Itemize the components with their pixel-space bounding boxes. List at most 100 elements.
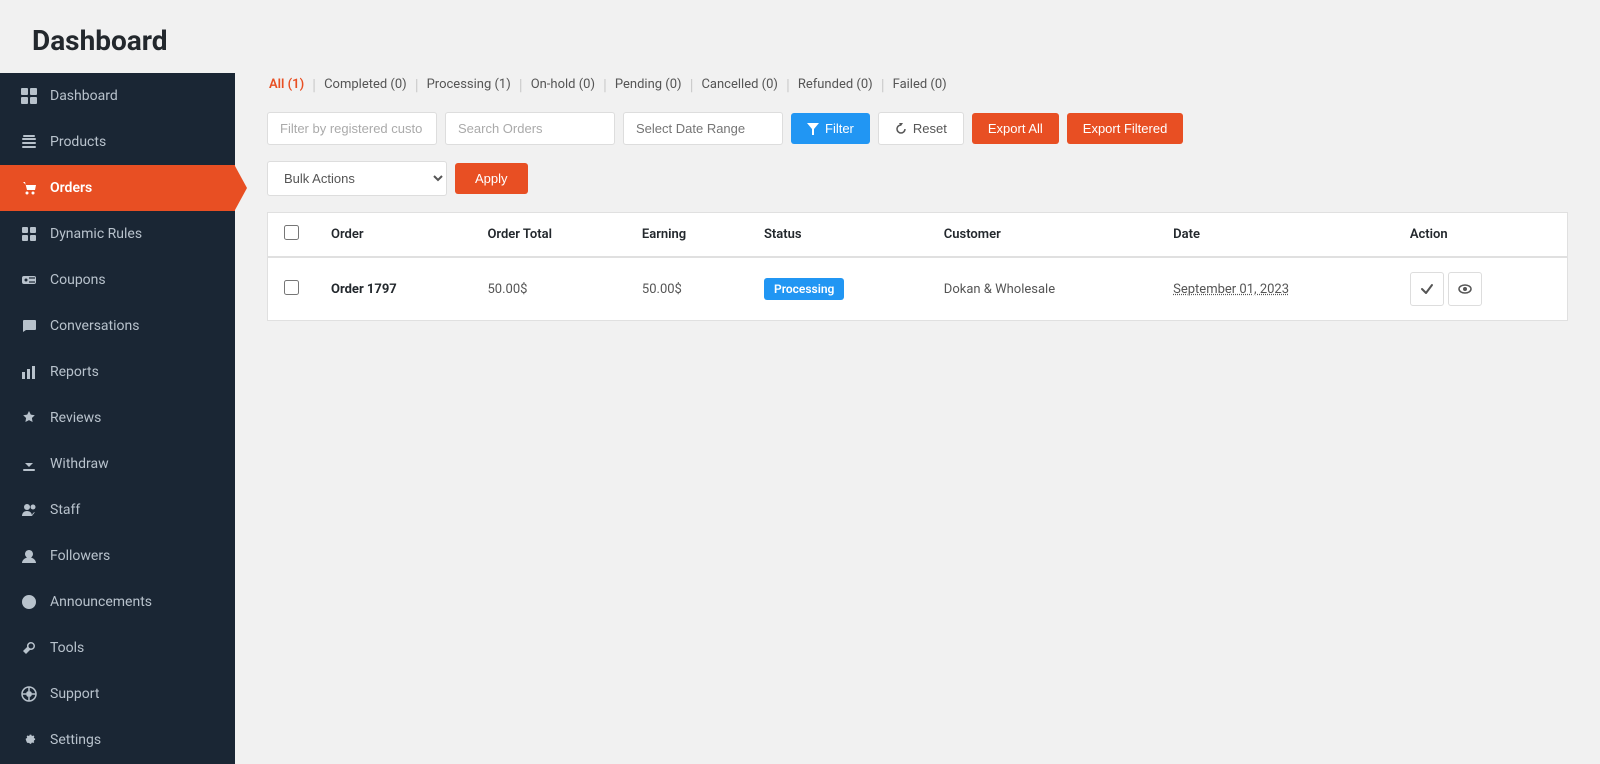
select-all-checkbox[interactable] xyxy=(284,225,299,240)
sidebar-item-label-withdraw: Withdraw xyxy=(50,456,109,472)
order-date: September 01, 2023 xyxy=(1157,257,1394,321)
page-header: Dashboard xyxy=(0,0,1600,73)
sidebar-item-label-products: Products xyxy=(50,134,106,150)
customer-filter-input[interactable] xyxy=(267,112,437,145)
sidebar-item-coupons[interactable]: Coupons xyxy=(0,257,235,303)
status-tab-separator: | xyxy=(415,75,419,94)
order-customer: Dokan & Wholesale xyxy=(928,257,1157,321)
status-badge: Processing xyxy=(764,278,844,300)
table-header-Status: Status xyxy=(748,213,928,258)
sidebar-item-label-followers: Followers xyxy=(50,548,110,564)
sidebar-item-reviews[interactable]: Reviews xyxy=(0,395,235,441)
settings-icon xyxy=(20,731,38,749)
dashboard-icon xyxy=(20,87,38,105)
date-range-input[interactable] xyxy=(623,112,783,145)
reset-icon xyxy=(895,123,907,135)
coupons-icon xyxy=(20,271,38,289)
eye-icon xyxy=(1458,282,1472,296)
sidebar-item-label-conversations: Conversations xyxy=(50,318,139,334)
followers-icon xyxy=(20,547,38,565)
sidebar-item-label-staff: Staff xyxy=(50,502,80,518)
order-earning: 50.00$ xyxy=(626,257,748,321)
dynamic-rules-icon xyxy=(20,225,38,243)
filter-icon xyxy=(807,123,819,135)
announcements-icon xyxy=(20,593,38,611)
table-header-Action: Action xyxy=(1394,213,1568,258)
reviews-icon xyxy=(20,409,38,427)
bulk-actions-select[interactable]: Bulk Actions xyxy=(267,161,447,196)
status-tab-refunded[interactable]: Refunded (0) xyxy=(796,73,875,96)
sidebar-item-label-dashboard: Dashboard xyxy=(50,88,118,104)
sidebar-item-withdraw[interactable]: Withdraw xyxy=(0,441,235,487)
sidebar-item-staff[interactable]: Staff xyxy=(0,487,235,533)
status-tab-completed[interactable]: Completed (0) xyxy=(322,73,409,96)
sidebar-item-products[interactable]: Products xyxy=(0,119,235,165)
status-tab-separator: | xyxy=(786,75,790,94)
status-tab-separator: | xyxy=(519,75,523,94)
sidebar: Dashboard Products Orders Dynamic Rules Coup… xyxy=(0,73,235,764)
search-orders-input[interactable] xyxy=(445,112,615,145)
status-tab-failed[interactable]: Failed (0) xyxy=(891,73,949,96)
sidebar-item-label-settings: Settings xyxy=(50,732,101,748)
status-tab-separator: | xyxy=(881,75,885,94)
table-header-Customer: Customer xyxy=(928,213,1157,258)
export-all-button[interactable]: Export All xyxy=(972,113,1059,144)
sidebar-item-dashboard[interactable]: Dashboard xyxy=(0,73,235,119)
sidebar-item-label-coupons: Coupons xyxy=(50,272,106,288)
sidebar-item-tools[interactable]: Tools xyxy=(0,625,235,671)
sidebar-item-conversations[interactable]: Conversations xyxy=(0,303,235,349)
sidebar-item-label-announcements: Announcements xyxy=(50,594,152,610)
orders-icon xyxy=(20,179,38,197)
products-icon xyxy=(20,133,38,151)
page-title: Dashboard xyxy=(32,24,1568,57)
table-header-Order Total: Order Total xyxy=(471,213,625,258)
support-icon xyxy=(20,685,38,703)
table-header-checkbox xyxy=(268,213,316,258)
sidebar-item-followers[interactable]: Followers xyxy=(0,533,235,579)
order-status: Processing xyxy=(748,257,928,321)
check-icon xyxy=(1420,282,1434,296)
sidebar-item-settings[interactable]: Settings xyxy=(0,717,235,763)
table-header-Order: Order xyxy=(315,213,471,258)
reports-icon xyxy=(20,363,38,381)
status-tab-cancelled[interactable]: Cancelled (0) xyxy=(699,73,779,96)
complete-order-button[interactable] xyxy=(1410,272,1444,306)
filter-bar: Filter Reset Export All Export Filtered xyxy=(267,112,1568,145)
conversations-icon xyxy=(20,317,38,335)
sidebar-item-announcements[interactable]: Announcements xyxy=(0,579,235,625)
staff-icon xyxy=(20,501,38,519)
sidebar-item-label-tools: Tools xyxy=(50,640,84,656)
sidebar-item-orders[interactable]: Orders xyxy=(0,165,235,211)
main-content: All (1) | Completed (0) | Processing (1) | On-… xyxy=(235,73,1600,764)
export-filtered-button[interactable]: Export Filtered xyxy=(1067,113,1184,144)
sidebar-item-support[interactable]: Support xyxy=(0,671,235,717)
status-tab-separator: | xyxy=(312,75,316,94)
sidebar-item-label-support: Support xyxy=(50,686,99,702)
status-tabs: All (1) | Completed (0) | Processing (1) | On-… xyxy=(267,73,1568,96)
status-tab-pending[interactable]: Pending (0) xyxy=(613,73,684,96)
table-row: Order 179750.00$50.00$ProcessingDokan & … xyxy=(268,257,1568,321)
sidebar-item-label-dynamic-rules: Dynamic Rules xyxy=(50,226,142,242)
reset-button[interactable]: Reset xyxy=(878,112,964,145)
withdraw-icon xyxy=(20,455,38,473)
tools-icon xyxy=(20,639,38,657)
row-checkbox[interactable] xyxy=(284,280,299,295)
filter-button[interactable]: Filter xyxy=(791,113,870,144)
status-tab-separator: | xyxy=(690,75,694,94)
orders-table: OrderOrder TotalEarningStatusCustomerDat… xyxy=(267,212,1568,321)
order-total: 50.00$ xyxy=(471,257,625,321)
apply-button[interactable]: Apply xyxy=(455,163,528,194)
sidebar-item-label-reviews: Reviews xyxy=(50,410,101,426)
table-header-Earning: Earning xyxy=(626,213,748,258)
sidebar-item-reports[interactable]: Reports xyxy=(0,349,235,395)
table-header-Date: Date xyxy=(1157,213,1394,258)
order-name: Order 1797 xyxy=(315,257,471,321)
status-tab-processing[interactable]: Processing (1) xyxy=(425,73,513,96)
status-tab-on-hold[interactable]: On-hold (0) xyxy=(529,73,597,96)
view-order-button[interactable] xyxy=(1448,272,1482,306)
status-tab-separator: | xyxy=(603,75,607,94)
sidebar-item-dynamic-rules[interactable]: Dynamic Rules xyxy=(0,211,235,257)
status-tab-all[interactable]: All (1) xyxy=(267,73,306,96)
sidebar-item-label-reports: Reports xyxy=(50,364,99,380)
order-actions xyxy=(1394,257,1568,321)
